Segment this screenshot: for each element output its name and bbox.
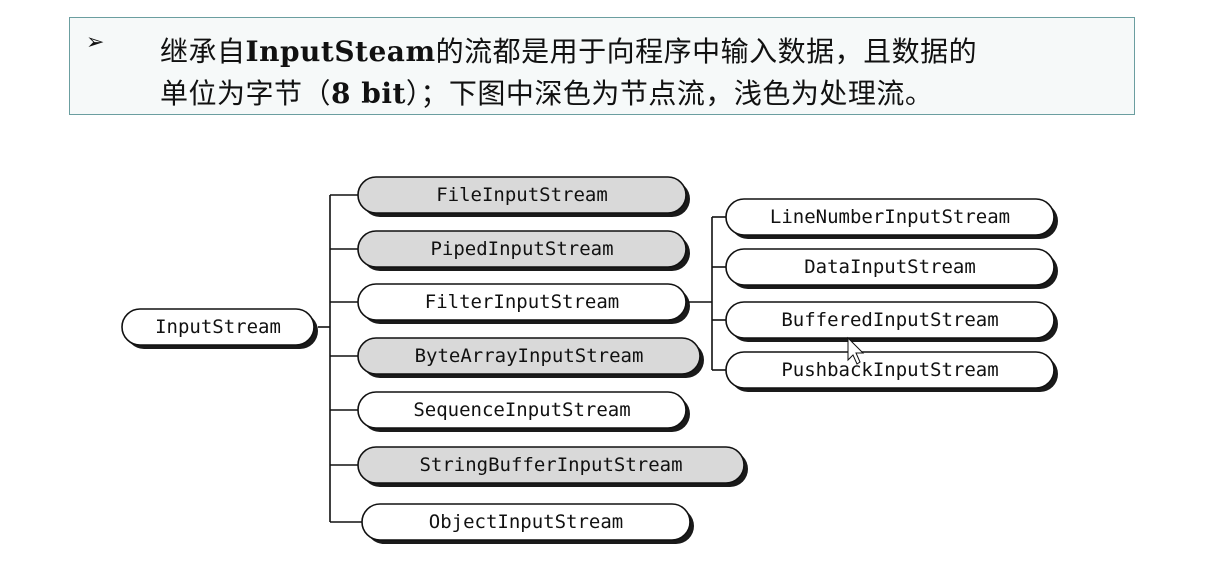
node-pushback-input-stream: PushbackInputStream <box>725 351 1058 392</box>
node-line-number-input-stream: LineNumberInputStream <box>725 198 1058 239</box>
inputstream-class-hierarchy-diagram: InputStream FileInputStream PipedInputStre… <box>121 176 1058 544</box>
node-label: PushbackInputStream <box>781 359 998 381</box>
node-label: SequenceInputStream <box>413 399 630 421</box>
node-label: ByteArrayInputStream <box>415 345 644 367</box>
node-buffered-input-stream: BufferedInputStream <box>725 301 1058 342</box>
node-object-input-stream: ObjectInputStream <box>361 503 694 544</box>
node-label: DataInputStream <box>804 256 976 278</box>
node-label: ObjectInputStream <box>429 511 623 533</box>
node-piped-input-stream: PipedInputStream <box>357 230 690 271</box>
node-file-input-stream: FileInputStream <box>357 176 690 217</box>
node-byte-array-input-stream: ByteArrayInputStream <box>357 337 704 378</box>
node-label: InputStream <box>155 316 281 338</box>
node-label: BufferedInputStream <box>781 309 998 331</box>
node-label: StringBufferInputStream <box>419 454 682 476</box>
node-label: FilterInputStream <box>425 291 619 313</box>
node-sequence-input-stream: SequenceInputStream <box>357 391 690 432</box>
node-label: PipedInputStream <box>430 238 613 260</box>
node-label: LineNumberInputStream <box>770 206 1010 228</box>
node-data-input-stream: DataInputStream <box>725 248 1058 289</box>
node-label: FileInputStream <box>436 184 608 206</box>
node-string-buffer-input-stream: StringBufferInputStream <box>357 446 748 487</box>
node-input-stream: InputStream <box>121 308 318 349</box>
node-filter-input-stream: FilterInputStream <box>357 283 690 324</box>
